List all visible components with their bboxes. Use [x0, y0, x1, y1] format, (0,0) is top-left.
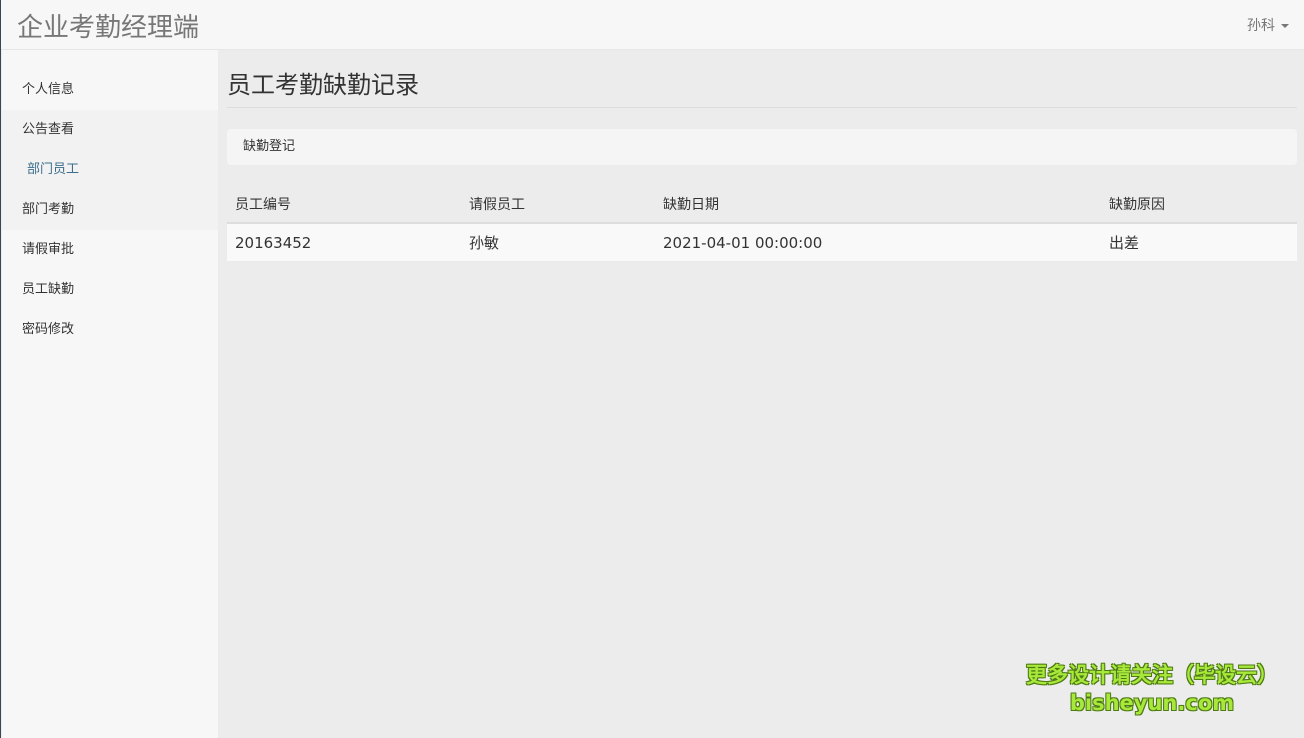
watermark-line1: 更多设计请关注（毕设云）: [1026, 663, 1278, 687]
sidebar-item-staff-absence[interactable]: 员工缺勤: [2, 270, 218, 310]
sidebar-item-personal-info[interactable]: 个人信息: [2, 70, 218, 110]
sidebar-item-announcements[interactable]: 公告查看: [2, 110, 218, 150]
page-title: 员工考勤缺勤记录: [227, 65, 1297, 108]
sidebar-item-password-change[interactable]: 密码修改: [2, 310, 218, 350]
column-header-leave-employee: 请假员工: [461, 185, 655, 224]
sidebar: 个人信息 公告查看 部门员工 部门考勤 请假审批 员工缺勤 密码修改: [2, 50, 218, 738]
breadcrumb: 缺勤登记: [227, 129, 1297, 165]
breadcrumb-item-absence-registration[interactable]: 缺勤登记: [243, 139, 295, 154]
cell-absence-date: 2021-04-01 00:00:00: [655, 222, 1101, 261]
cell-absence-reason: 出差: [1101, 222, 1297, 261]
column-header-absence-date: 缺勤日期: [655, 185, 1101, 224]
absence-table: 员工编号 请假员工 缺勤日期 缺勤原因 20163452 孙敏 2021-04-…: [227, 185, 1297, 261]
watermark: 更多设计请关注（毕设云） bisheyun.com: [1021, 660, 1283, 716]
caret-down-icon: [1281, 24, 1289, 28]
main-content: 员工考勤缺勤记录 缺勤登记 员工编号 请假员工 缺勤日期 缺勤原因 201634…: [227, 50, 1297, 261]
column-header-absence-reason: 缺勤原因: [1101, 185, 1297, 224]
brand-title[interactable]: 企业考勤经理端: [17, 7, 199, 44]
sidebar-menu: 个人信息 公告查看 部门员工 部门考勤 请假审批 员工缺勤 密码修改: [2, 50, 218, 350]
column-header-employee-id: 员工编号: [227, 185, 461, 224]
cell-employee-id: 20163452: [227, 222, 461, 261]
top-navbar: 企业考勤经理端 孙科: [1, 0, 1304, 50]
user-menu[interactable]: 孙科: [1247, 15, 1289, 35]
table-header-row: 员工编号 请假员工 缺勤日期 缺勤原因: [227, 185, 1297, 224]
watermark-line2: bisheyun.com: [1069, 691, 1235, 715]
sidebar-item-department-attendance[interactable]: 部门考勤: [2, 190, 218, 230]
table-row: 20163452 孙敏 2021-04-01 00:00:00 出差: [227, 222, 1297, 261]
sidebar-item-leave-approval[interactable]: 请假审批: [2, 230, 218, 270]
cell-leave-employee: 孙敏: [461, 222, 655, 261]
user-name: 孙科: [1247, 18, 1275, 34]
sidebar-item-department-staff[interactable]: 部门员工: [2, 150, 218, 190]
app-frame: 企业考勤经理端 孙科 个人信息 公告查看 部门员工 部门考勤 请假审批 员工缺勤…: [0, 0, 1304, 738]
